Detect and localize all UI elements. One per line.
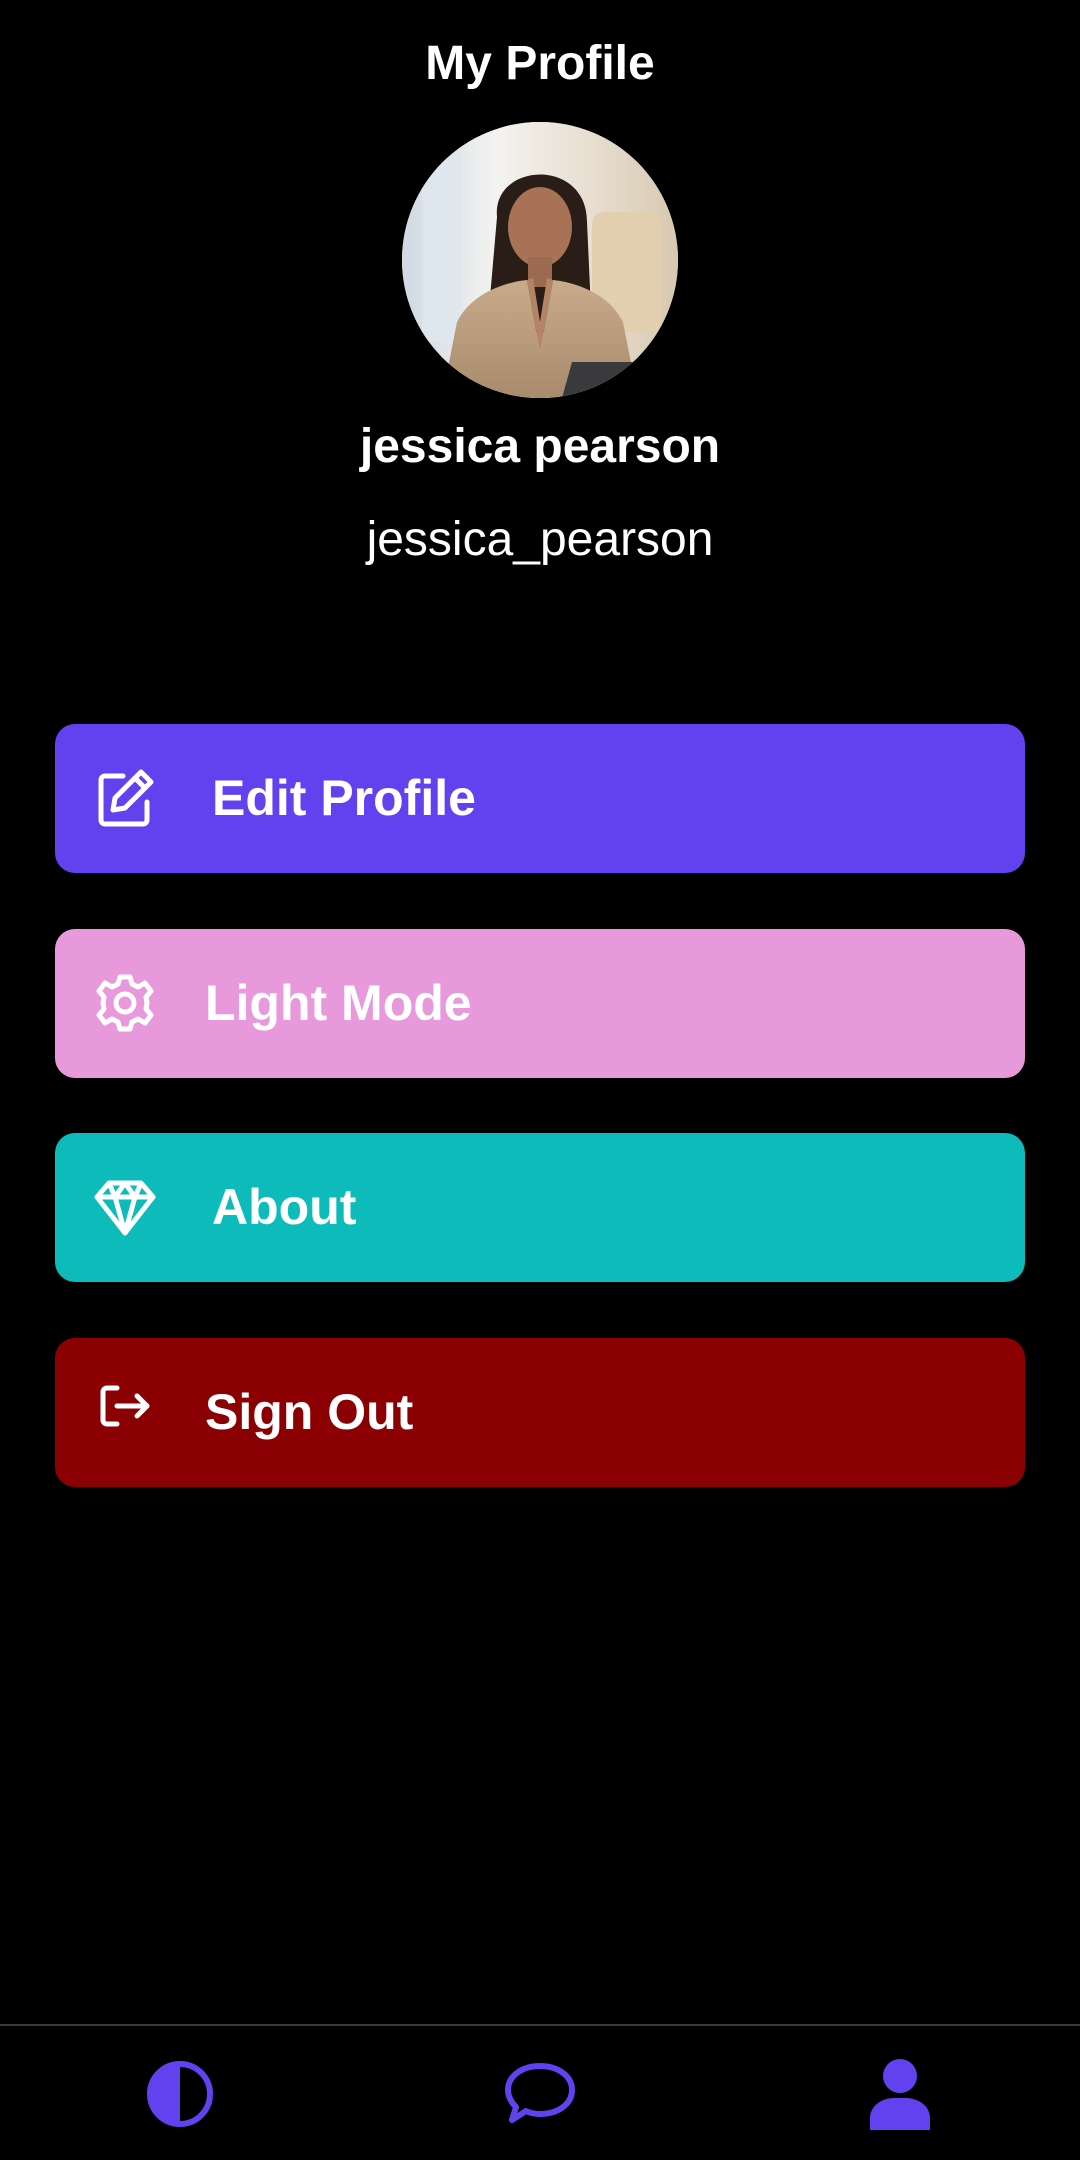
sign-out-button[interactable]: Sign Out	[55, 1338, 1025, 1487]
nav-theme-toggle[interactable]	[140, 2054, 220, 2134]
edit-icon	[93, 766, 157, 830]
page-title: My Profile	[425, 37, 655, 90]
sign-out-icon	[93, 1380, 157, 1444]
profile-username: jessica_pearson	[366, 513, 714, 566]
about-label: About	[212, 1179, 357, 1235]
profile-display-name: jessica pearson	[359, 420, 721, 473]
nav-profile[interactable]	[860, 2054, 940, 2134]
nav-chat[interactable]	[500, 2054, 580, 2134]
about-button[interactable]: About	[55, 1133, 1025, 1282]
gear-icon	[93, 971, 157, 1035]
diamond-icon	[93, 1175, 157, 1239]
chat-bubble-icon	[505, 2063, 575, 2123]
bottom-navigation-bar	[0, 2024, 1080, 2160]
light-mode-label: Light Mode	[205, 975, 472, 1031]
user-icon	[870, 2059, 930, 2130]
avatar	[402, 122, 678, 398]
edit-profile-button[interactable]: Edit Profile	[55, 724, 1025, 873]
theme-contrast-icon	[147, 2061, 213, 2127]
light-mode-button[interactable]: Light Mode	[55, 929, 1025, 1078]
edit-profile-label: Edit Profile	[212, 770, 476, 826]
sign-out-label: Sign Out	[205, 1384, 414, 1440]
